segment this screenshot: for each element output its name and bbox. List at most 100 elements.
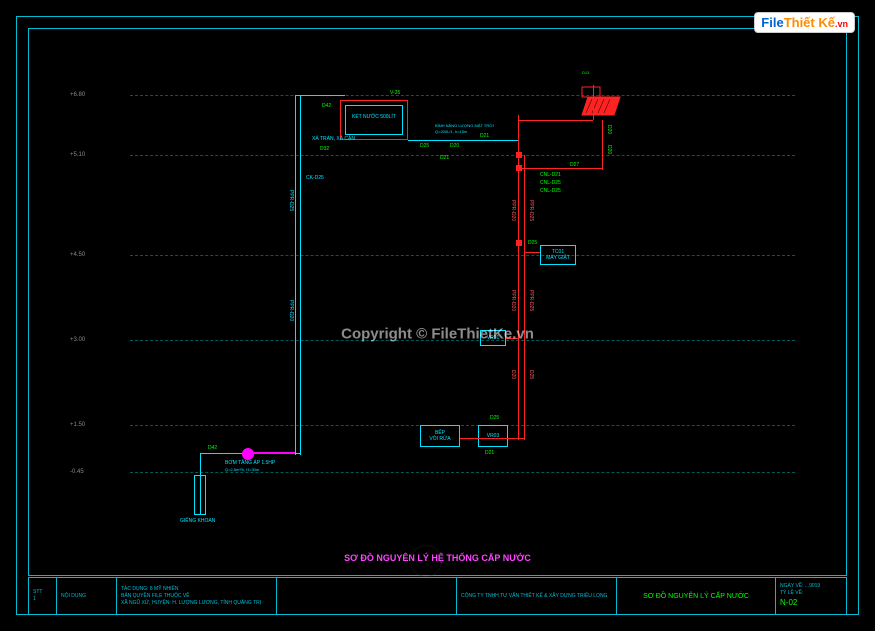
pipe-hot-top [518, 120, 593, 121]
level-line [130, 95, 795, 96]
pipe-tank-out [408, 140, 518, 141]
tb-sheet-number: N-02 [780, 597, 842, 608]
pipe-d32: D32 [320, 146, 329, 152]
pipe-hot-main-2 [524, 155, 525, 440]
tank-label: KÉT NƯỚC 500LÍT [352, 114, 396, 120]
logo-prefix: File [761, 15, 783, 30]
heater-spec: Q=200L/1, h=15m [435, 129, 467, 134]
pipe-hot-d20-2: PPR-D20 [510, 290, 516, 311]
pipe-d42: D42 [322, 103, 331, 109]
level-line [130, 255, 795, 256]
may-giat-label: MÁY GIẶT [546, 255, 570, 261]
vr01-label: VR01 [487, 335, 500, 341]
cnl-d25: CNL-D25 [540, 180, 561, 186]
pipe-hot-d20: PPR-D20 [510, 200, 516, 221]
drawing-area: +6.80 +5.10 +4.50 +3.00 +1.50 -0.45 KÉT … [50, 40, 825, 551]
level-line [130, 340, 795, 341]
level-label: +3.00 [70, 337, 85, 343]
pipe-hot-d25-3: D25 [528, 370, 534, 379]
level-line [130, 155, 795, 156]
tb-sheet-no: NGÀY VẼ: ...9019 TỶ LỆ VẼ: N-02 [776, 578, 846, 614]
heater-label: BÌNH NĂNG LƯỢNG MẶT TRỜI [435, 123, 494, 128]
level-label: -0.45 [70, 469, 84, 475]
level-label: +1.50 [70, 422, 85, 428]
pipe-d25-h: D25 [420, 143, 429, 149]
fixture-vr03: VR03 [478, 425, 508, 447]
pipe-label-ppr20: PPR-D20 [288, 300, 294, 321]
tb-design [277, 578, 457, 614]
level-line [130, 472, 795, 473]
pipe-d21-b: D21 [440, 155, 449, 161]
drain-label: XẢ TRÀN, XẢ CẶN [312, 136, 355, 142]
fixture-tc01: TC01MÁY GIẶT [540, 245, 576, 265]
pipe-d20-v1: D20 [606, 125, 612, 134]
cnl-d25-2: CNL-D25 [540, 188, 561, 194]
vr03-d: D25 [490, 415, 499, 421]
pipe-d20-h: D20 [450, 143, 459, 149]
well-label: GIẾNG KHOAN [180, 518, 215, 524]
title-block: STT 1 NỘI DUNG TÁC DỤNG: 8 MỸ NHIÊN BẢN … [28, 577, 847, 615]
pipe-hot-t [518, 115, 519, 140]
pipe-hot-d25-2: PPR-D25 [528, 290, 534, 311]
watermark-logo: FileThiết Kế.vn [754, 12, 855, 33]
fixture-vr01: VR01 [480, 330, 506, 346]
tb-project: TÁC DỤNG: 8 MỸ NHIÊN BẢN QUYỀN FILE THUỘ… [117, 578, 277, 614]
bep-label: BẾP VÒI RỬA [429, 430, 450, 442]
solar-heater-icon [580, 85, 624, 117]
level-label: +5.10 [70, 152, 85, 158]
tb-company-name: CÔNG TY TNHH TƯ VẤN THIẾT KẾ & XÂY DỰNG … [461, 593, 612, 600]
tb-content-label: NỘI DUNG [61, 593, 112, 600]
valve-icon [516, 240, 522, 246]
tb-content: NỘI DUNG [57, 578, 117, 614]
well-icon [194, 475, 206, 515]
tc01-d: D25 [528, 240, 537, 246]
pipe-d27: D27 [570, 162, 579, 168]
level-label: +4.50 [70, 252, 85, 258]
tb-idx: 1 [33, 596, 52, 603]
bottom-d21: D21 [485, 450, 494, 456]
tank-inner [345, 105, 403, 135]
pipe-d21-h: D21 [480, 133, 489, 139]
tb-proj-3: XÃ NGŨ XỬ, HUYỆN: H. LƯỢNG LƯƠNG, TỈNH Q… [121, 600, 272, 607]
pipe-hot-branch1 [522, 168, 602, 169]
valve-icon [516, 152, 522, 158]
heater-d-label: D13 [582, 70, 589, 75]
logo-mid: Thiết Kế [784, 15, 835, 30]
valve-icon [516, 165, 522, 171]
pipe-hot-d20-3: D20 [510, 370, 516, 379]
level-line [130, 425, 795, 426]
pipe-bottom-h [460, 438, 524, 439]
level-label: +6.80 [70, 92, 85, 98]
tb-scale: TỶ LỆ VẼ: [780, 590, 842, 597]
pump-d42: D42 [208, 445, 217, 451]
pipe-cold-main-2 [295, 95, 296, 455]
pump-label: BƠM TĂNG ÁP 1.5HP [225, 460, 275, 466]
stamp-icon [410, 545, 442, 577]
water-tank [340, 100, 408, 140]
tb-proj-2: BẢN QUYỀN FILE THUỘC VỀ [121, 593, 272, 600]
cnl-d21: CNL-D21 [540, 172, 561, 178]
valve-label: V-35 [390, 90, 400, 96]
tb-company: CÔNG TY TNHH TƯ VẤN THIẾT KẾ & XÂY DỰNG … [457, 578, 617, 614]
pipe-cold-main [300, 95, 301, 455]
pipe-to-vr01 [506, 338, 518, 339]
logo-suffix: .vn [835, 19, 848, 29]
pipe-hot-branch1v [602, 120, 603, 170]
pipe-d20-v2: D20 [606, 145, 612, 154]
tb-proj-1: TÁC DỤNG: 8 MỸ NHIÊN [121, 586, 272, 593]
pump-spec: Q=2.5m³/h, H=30m [225, 467, 259, 472]
tb-stt: STT [33, 589, 52, 596]
pipe-to-tc01 [524, 252, 540, 253]
pipe-label-ppr25: PPR-D25 [288, 190, 294, 211]
pipe-hot-main [518, 140, 519, 440]
pipe-hot-d25: PPR-D25 [528, 200, 534, 221]
pipe-label-ck25: CK-D25 [306, 175, 324, 181]
tb-sheet-title: SƠ ĐỒ NGUYÊN LÝ CẤP NƯỚC [617, 578, 776, 614]
pump-icon [242, 448, 254, 460]
fixture-bep: BẾP VÒI RỬA [420, 425, 460, 447]
tb-index: STT 1 [29, 578, 57, 614]
tb-sheet-title-text: SƠ ĐỒ NGUYÊN LÝ CẤP NƯỚC [621, 593, 771, 600]
pipe-pump [248, 452, 295, 454]
pipe-top-h [295, 95, 345, 96]
pipe-hot-heater-v [593, 85, 594, 120]
